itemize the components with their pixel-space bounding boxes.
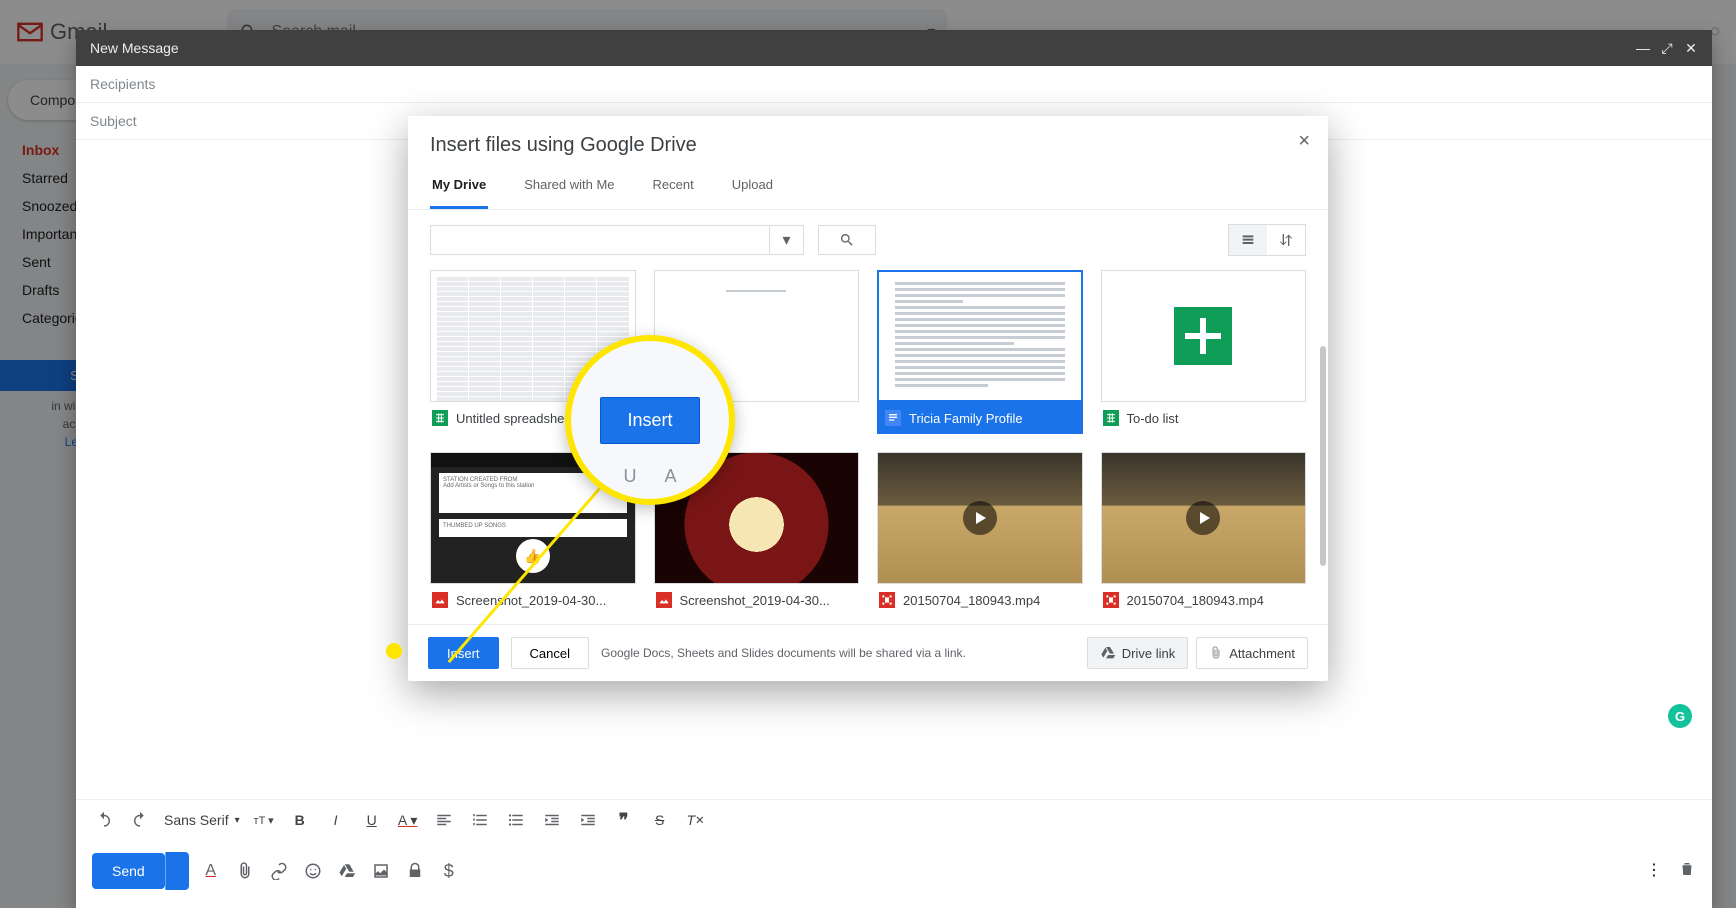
attachment-chip[interactable]: Attachment [1196,637,1308,669]
redo-icon[interactable] [128,808,152,832]
image-icon[interactable] [371,861,391,881]
compose-titlebar: New Message — ⤢ ✕ [76,30,1712,66]
font-family-select[interactable]: Sans Serif ▾ [164,812,240,828]
sheets-logo-thumb [1174,307,1232,365]
video-file-icon [879,592,895,608]
tab-my-drive[interactable]: My Drive [430,163,488,209]
image-file-icon [432,592,448,608]
video-file-icon [1103,592,1119,608]
file-card[interactable]: 20150704_180943.mp4 [877,452,1083,616]
underline-icon[interactable]: U [360,808,384,832]
font-size-icon[interactable]: тT ▾ [252,808,276,832]
sheets-icon [432,410,448,426]
align-icon[interactable] [432,808,456,832]
picker-search-input[interactable] [430,225,770,255]
close-icon[interactable]: ✕ [1684,41,1698,55]
file-card[interactable]: To-do list [1101,270,1307,434]
list-view-icon[interactable] [1229,225,1267,255]
grammarly-badge[interactable]: G [1668,704,1692,728]
tab-recent[interactable]: Recent [651,163,696,209]
picker-search: ▾ [430,225,804,255]
indent-less-icon[interactable] [540,808,564,832]
sort-icon[interactable] [1267,225,1305,255]
maximize-icon[interactable]: ⤢ [1660,41,1674,55]
image-file-icon [656,592,672,608]
callout-insert-button: Insert [600,397,699,444]
discard-icon[interactable] [1678,860,1696,883]
bold-icon[interactable]: B [288,808,312,832]
indent-more-icon[interactable] [576,808,600,832]
more-options-icon[interactable]: ⋮ [1646,860,1662,883]
cancel-button[interactable]: Cancel [511,637,589,669]
sheets-icon [1103,410,1119,426]
link-icon[interactable] [269,861,289,881]
numbered-list-icon[interactable] [468,808,492,832]
tab-shared[interactable]: Shared with Me [522,163,616,209]
undo-icon[interactable] [92,808,116,832]
minimize-icon[interactable]: — [1636,41,1650,55]
picker-view-toggle [1228,224,1306,256]
send-options-button[interactable] [165,852,189,890]
file-card[interactable]: 20150704_180943.mp4 [1101,452,1307,616]
emoji-icon[interactable] [303,861,323,881]
drive-picker-modal: Insert files using Google Drive × My Dri… [408,116,1328,681]
picker-tabs: My Drive Shared with Me Recent Upload [408,163,1328,210]
annotation-callout: Insert UA [565,335,735,505]
footer-note: Google Docs, Sheets and Slides documents… [601,646,966,660]
send-row: Send A $ ⋮ [76,840,1712,908]
play-icon [1186,501,1220,535]
remove-formatting-icon[interactable]: T✕ [684,808,708,832]
callout-mini-labels: UA [571,466,729,487]
file-card[interactable]: Tricia Family Profile [877,270,1083,434]
text-color-icon[interactable]: A ▾ [396,808,420,832]
tab-upload[interactable]: Upload [730,163,775,209]
picker-footer: Insert Cancel Google Docs, Sheets and Sl… [408,624,1328,681]
drive-link-chip[interactable]: Drive link [1087,637,1188,669]
annotation-endpoint-dot [386,643,402,659]
text-format-icon[interactable]: A [201,861,221,881]
compose-title: New Message [90,40,179,56]
recipients-field[interactable]: Recipients [76,66,1712,103]
money-icon[interactable]: $ [439,861,459,881]
quote-icon[interactable]: ❞ [612,808,636,832]
picker-close-icon[interactable]: × [1298,130,1310,153]
picker-title: Insert files using Google Drive [408,116,1328,163]
formatting-toolbar: Sans Serif ▾ тT ▾ B I U A ▾ ❞ S T✕ [76,799,1712,840]
attach-icon[interactable] [235,861,255,881]
scrollbar-thumb[interactable] [1320,346,1326,566]
picker-search-button[interactable] [818,225,876,255]
video-thumb [1102,453,1306,583]
drive-icon[interactable] [337,861,357,881]
italic-icon[interactable]: I [324,808,348,832]
bullet-list-icon[interactable] [504,808,528,832]
send-button[interactable]: Send [92,853,165,889]
picker-toolbar: ▾ [408,210,1328,270]
picker-search-dropdown[interactable]: ▾ [770,225,804,255]
docs-icon [885,410,901,426]
doc-thumb [879,272,1081,400]
video-thumb [878,453,1082,583]
picker-file-grid: Untitled spreadsheet U Tricia Family Pro… [408,270,1328,616]
confidential-icon[interactable] [405,861,425,881]
strikethrough-icon[interactable]: S [648,808,672,832]
play-icon [963,501,997,535]
